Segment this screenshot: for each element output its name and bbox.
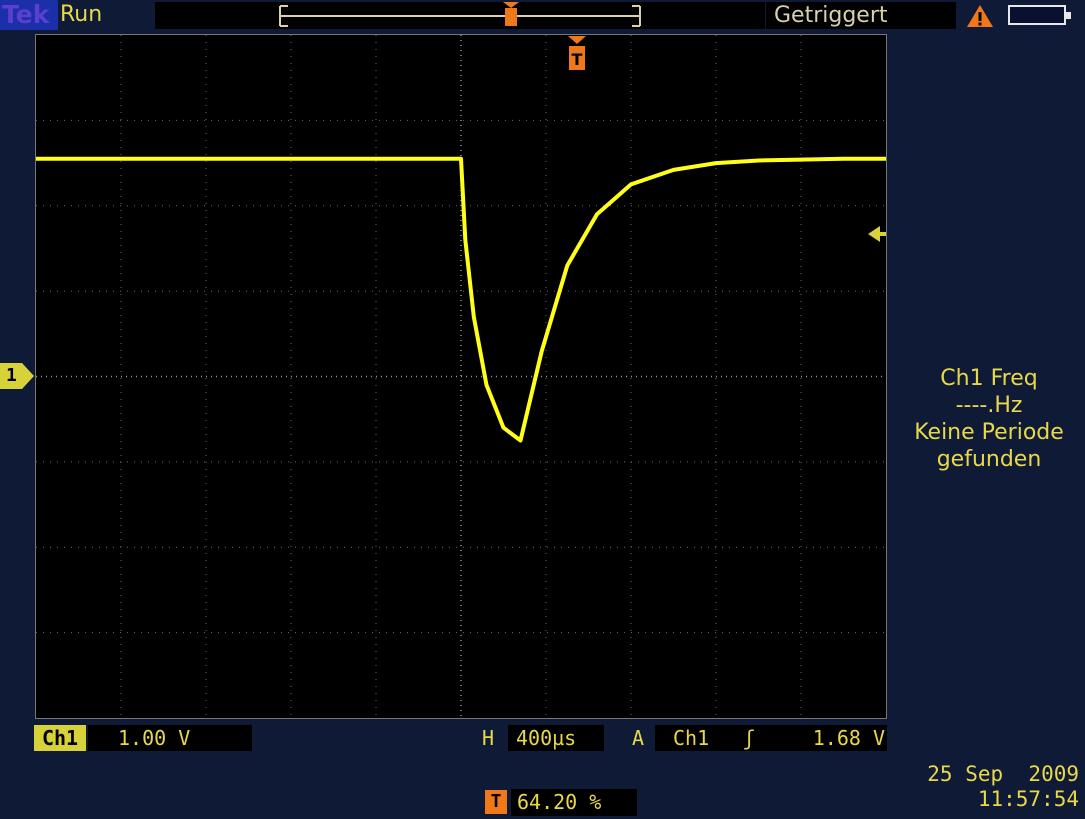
date: 25 Sep 2009 bbox=[927, 762, 1079, 786]
waveform-point bbox=[460, 157, 462, 160]
waveform-point bbox=[205, 157, 207, 160]
freq-msg-1: Keine Periode bbox=[914, 420, 1064, 445]
waveform-point bbox=[120, 157, 122, 160]
trigger-source: Ch1 bbox=[673, 726, 710, 750]
waveform-point bbox=[540, 349, 543, 352]
battery-icon bbox=[1008, 5, 1071, 25]
trigger-level: 1.68 V bbox=[812, 726, 885, 750]
frequency-readout: Ch1 Freq ----.Hz Keine Periode gefunden bbox=[893, 365, 1085, 473]
waveform-point bbox=[672, 168, 675, 171]
trigger-marker-icon: T bbox=[566, 36, 588, 72]
trigger-edge-icon: ʃ bbox=[743, 726, 756, 750]
waveform-graticule bbox=[36, 35, 886, 718]
waveform-point bbox=[502, 426, 505, 429]
waveform-point bbox=[842, 157, 845, 160]
waveform-point bbox=[519, 439, 522, 442]
waveform-display bbox=[35, 34, 887, 719]
freq-title: Ch1 Freq bbox=[940, 366, 1038, 391]
waveform-point bbox=[757, 159, 760, 162]
waveform-point bbox=[566, 264, 569, 267]
freq-value: ----.Hz bbox=[955, 393, 1023, 418]
waveform-point bbox=[630, 183, 632, 186]
waveform-point bbox=[485, 384, 488, 386]
waveform-point bbox=[715, 162, 717, 165]
channel-scale: 1.00 V bbox=[88, 725, 252, 751]
svg-text:T: T bbox=[572, 50, 583, 69]
trigger-position-icon: T bbox=[485, 790, 507, 814]
ch1-ground-marker[interactable]: 1 bbox=[0, 363, 34, 389]
record-view-icon bbox=[279, 2, 641, 27]
waveform-trace-ch1 bbox=[36, 156, 886, 443]
trigger-readout: Ch1 ʃ 1.68 V bbox=[655, 725, 887, 751]
trigger-status: Getriggert bbox=[766, 2, 956, 29]
record-view-bar bbox=[155, 2, 765, 29]
trigger-mode-label: A bbox=[632, 726, 645, 750]
freq-msg-2: gefunden bbox=[936, 447, 1042, 472]
waveform-point bbox=[464, 238, 467, 241]
time: 11:57:54 bbox=[977, 787, 1079, 811]
horizontal-scale: 400µs bbox=[508, 725, 604, 751]
run-state: Run bbox=[60, 2, 103, 27]
datetime: 25 Sep 2009 11:57:54 bbox=[910, 762, 1085, 812]
horizontal-label: H bbox=[482, 726, 495, 750]
waveform-point bbox=[596, 213, 598, 216]
waveform-point bbox=[290, 157, 292, 160]
waveform-point bbox=[472, 315, 475, 318]
waveform-point bbox=[77, 157, 80, 160]
warning-triangle-icon bbox=[966, 4, 994, 28]
waveform-point bbox=[375, 157, 377, 160]
trigger-position: 64.20 % bbox=[511, 789, 637, 816]
waveform-point bbox=[800, 158, 802, 161]
channel-tag[interactable]: Ch1 bbox=[34, 725, 86, 751]
trigger-level-icon bbox=[866, 223, 888, 245]
ch1-marker-label: 1 bbox=[6, 365, 17, 386]
tek-logo: Tek bbox=[0, 0, 58, 30]
